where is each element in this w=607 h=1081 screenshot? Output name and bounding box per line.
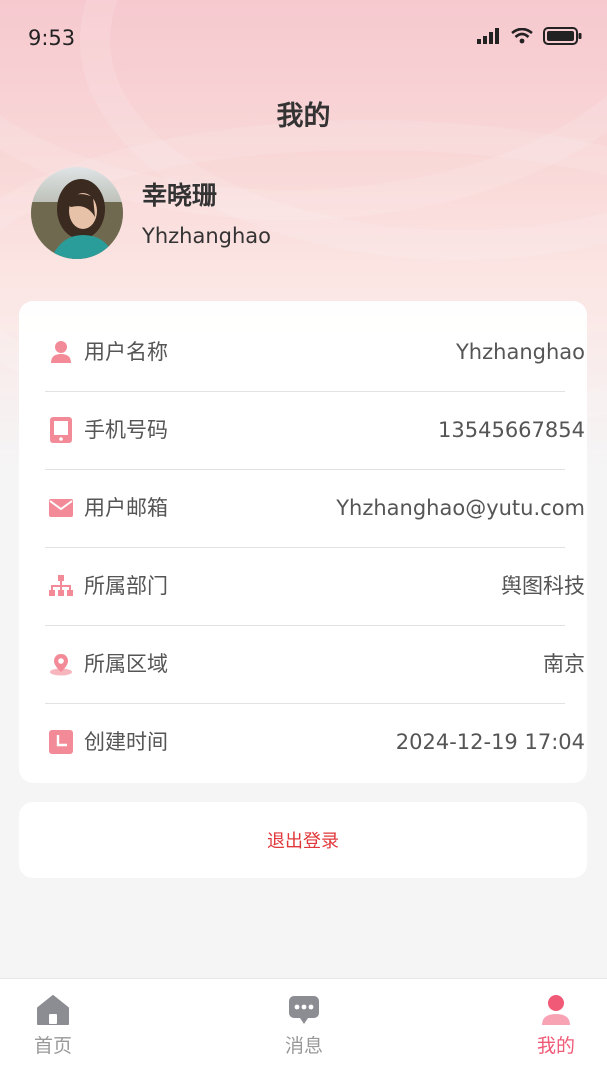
tab-label: 首页 (33, 1035, 72, 1057)
info-row-region: 所属区域 南京 (45, 625, 585, 704)
info-value: 13545667854 (438, 418, 585, 442)
info-row-department: 所属部门 舆图科技 (45, 547, 585, 626)
signal-icon (477, 28, 501, 48)
wifi-icon (511, 27, 533, 48)
logout-label: 退出登录 (267, 831, 339, 852)
info-value: 2024-12-19 17:04 (395, 730, 585, 754)
tab-home[interactable]: 首页 (0, 979, 113, 1081)
home-icon (36, 993, 70, 1027)
profile-name: 幸晓珊 (142, 181, 218, 210)
info-value: 南京 (543, 652, 585, 676)
info-label: 所属区域 (84, 652, 168, 676)
page-title: 我的 (276, 101, 331, 132)
info-row-created-time: 创建时间 2024-12-19 17:04 (45, 703, 585, 781)
info-label: 所属部门 (84, 574, 168, 598)
info-label: 手机号码 (84, 418, 168, 442)
info-value: 舆图科技 (501, 574, 585, 598)
phone-icon (49, 391, 73, 469)
tab-bar: 首页 消息 我的 (0, 978, 607, 1081)
tab-label: 我的 (536, 1035, 575, 1057)
tab-label: 消息 (284, 1035, 323, 1057)
profile-icon (539, 993, 573, 1027)
tab-messages[interactable]: 消息 (244, 979, 364, 1081)
info-label: 创建时间 (84, 730, 168, 754)
status-bar: 9:53 (0, 0, 607, 78)
status-time: 9:53 (28, 26, 76, 50)
user-icon (49, 313, 73, 391)
info-row-username: 用户名称 Yhzhanghao (45, 313, 585, 392)
mail-icon (49, 469, 73, 547)
battery-icon (543, 27, 583, 49)
info-label: 用户名称 (84, 340, 168, 364)
org-chart-icon (49, 547, 73, 625)
info-value: Yhzhanghao@yutu.com (336, 496, 585, 520)
profile-account: Yhzhanghao (142, 224, 272, 248)
info-row-phone: 手机号码 13545667854 (45, 391, 585, 470)
info-value: Yhzhanghao (455, 340, 585, 364)
chat-icon (287, 993, 321, 1027)
avatar[interactable] (31, 167, 123, 259)
location-icon (49, 625, 73, 703)
clock-icon (49, 703, 73, 781)
logout-button[interactable]: 退出登录 (19, 802, 587, 878)
user-info-card: 用户名称 Yhzhanghao 手机号码 13545667854 用户邮箱 Yh… (19, 301, 587, 783)
tab-profile[interactable]: 我的 (496, 979, 607, 1081)
info-row-email: 用户邮箱 Yhzhanghao@yutu.com (45, 469, 585, 548)
info-label: 用户邮箱 (84, 496, 168, 520)
